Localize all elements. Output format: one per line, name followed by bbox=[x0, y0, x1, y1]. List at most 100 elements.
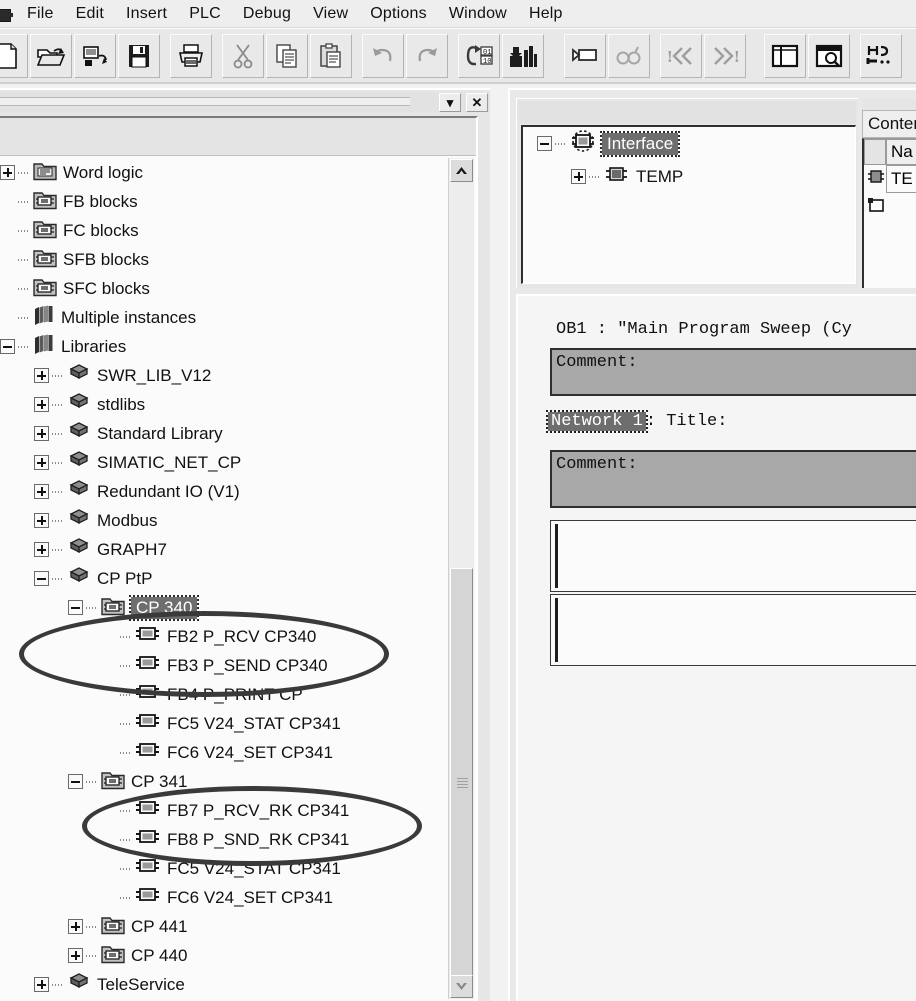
tree-item-word-logic[interactable]: Word logic bbox=[0, 158, 448, 187]
collapse-icon[interactable] bbox=[537, 136, 552, 151]
tree-item-fc6-v24-set-cp341[interactable]: FC6 V24_SET CP341 bbox=[0, 883, 448, 912]
tree-item-simatic-net-cp[interactable]: SIMATIC_NET_CP bbox=[0, 448, 448, 477]
contents-panel: Conten Na TE bbox=[862, 98, 916, 288]
menu-item-options[interactable]: Options bbox=[359, 3, 438, 25]
menu-item-view[interactable]: View bbox=[302, 3, 359, 25]
prev-error-button[interactable]: ! bbox=[660, 33, 702, 78]
menu-item-plc[interactable]: PLC bbox=[178, 3, 232, 25]
expand-icon[interactable] bbox=[34, 484, 49, 499]
save-as-button[interactable] bbox=[74, 33, 116, 78]
network-comment-box[interactable]: Comment: bbox=[550, 450, 916, 508]
tree-item-cp-440[interactable]: CP 440 bbox=[0, 941, 448, 970]
tree-item-swr-lib-v12[interactable]: SWR_LIB_V12 bbox=[0, 361, 448, 390]
tree-item-cp-341[interactable]: CP 341 bbox=[0, 767, 448, 796]
tree-item-fb3-p-send-cp340[interactable]: FB3 P_SEND CP340 bbox=[0, 651, 448, 680]
network-rung-area-2[interactable] bbox=[550, 594, 916, 666]
menu-item-file[interactable]: File bbox=[16, 3, 65, 25]
tree-item-sfb-blocks[interactable]: SFB blocks bbox=[0, 245, 448, 274]
code-editor-surface[interactable]: OB1 : "Main Program Sweep (Cy Comment: N… bbox=[520, 298, 916, 1001]
symbol-info-button[interactable] bbox=[860, 33, 902, 78]
system-menu-icon[interactable] bbox=[0, 6, 13, 22]
tree-item-fb4-p-print-cp[interactable]: FB4 P_PRINT CP bbox=[0, 680, 448, 709]
tree-item-sfc-blocks[interactable]: SFC blocks bbox=[0, 274, 448, 303]
collapse-icon[interactable] bbox=[68, 600, 83, 615]
network-rung-area-1[interactable] bbox=[550, 520, 916, 592]
tree-item-multiple-instances[interactable]: Multiple instances bbox=[0, 303, 448, 332]
find-button[interactable] bbox=[608, 33, 650, 78]
undo-button[interactable] bbox=[362, 33, 404, 78]
expand-icon[interactable] bbox=[34, 368, 49, 383]
next-error-button[interactable]: ! bbox=[704, 33, 746, 78]
expand-icon[interactable] bbox=[571, 169, 586, 184]
block-comment-box[interactable]: Comment: bbox=[550, 348, 916, 396]
contents-column-header-name[interactable]: Na bbox=[886, 139, 916, 165]
tree-item-standard-library[interactable]: Standard Library bbox=[0, 419, 448, 448]
expand-icon[interactable] bbox=[34, 542, 49, 557]
tree-item-fc-blocks[interactable]: FC blocks bbox=[0, 216, 448, 245]
contents-grid[interactable]: Na TE bbox=[862, 138, 916, 288]
expand-icon[interactable] bbox=[34, 426, 49, 441]
zoom-view-button[interactable] bbox=[808, 33, 850, 78]
copy-button[interactable] bbox=[266, 33, 308, 78]
tree-item-fb7-p-rcv-rk-cp341[interactable]: FB7 P_RCV_RK CP341 bbox=[0, 796, 448, 825]
block-comment-text: Comment: bbox=[556, 353, 638, 372]
tree-item-fc5-v24-stat-cp341[interactable]: FC5 V24_STAT CP341 bbox=[0, 854, 448, 883]
tree-item-cp-441[interactable]: CP 441 bbox=[0, 912, 448, 941]
tree-item-fb2-p-rcv-cp340[interactable]: FB2 P_RCV CP340 bbox=[0, 622, 448, 651]
network-label[interactable]: Network 1 bbox=[546, 410, 648, 433]
tree-vertical-scrollbar[interactable] bbox=[448, 158, 474, 999]
tree-item-fc5-v24-stat-cp341[interactable]: FC5 V24_STAT CP341 bbox=[0, 709, 448, 738]
menu-item-insert[interactable]: Insert bbox=[115, 3, 178, 25]
menu-item-edit[interactable]: Edit bbox=[65, 3, 115, 25]
collapse-icon[interactable] bbox=[0, 339, 15, 354]
scroll-down-button[interactable] bbox=[450, 975, 473, 998]
tree-item-temp[interactable]: TEMP bbox=[523, 160, 855, 193]
expand-icon[interactable] bbox=[68, 948, 83, 963]
menu-item-window[interactable]: Window bbox=[438, 3, 518, 25]
menu-item-debug[interactable]: Debug bbox=[232, 3, 302, 25]
window-restore-button[interactable]: ▾ bbox=[439, 92, 461, 112]
interface-tree[interactable]: Interface TEMP bbox=[521, 125, 856, 284]
tree-connector bbox=[86, 954, 98, 957]
tree-item-fb-blocks[interactable]: FB blocks bbox=[0, 187, 448, 216]
redo-button[interactable] bbox=[406, 33, 448, 78]
monitor-button[interactable] bbox=[502, 33, 544, 78]
paste-button[interactable] bbox=[310, 33, 352, 78]
tree-scroll-area[interactable]: Word logic FB blocks FC blocks SFB blocks SF… bbox=[0, 158, 448, 1001]
tree-item-fb8-p-snd-rk-cp341[interactable]: FB8 P_SND_RK CP341 bbox=[0, 825, 448, 854]
tree-item-teleservice[interactable]: TeleService bbox=[0, 970, 448, 999]
tree-item-libraries[interactable]: Libraries bbox=[0, 332, 448, 361]
network-header-line[interactable]: Network 1: Title: bbox=[546, 410, 727, 433]
new-button[interactable] bbox=[0, 33, 28, 78]
collapse-icon[interactable] bbox=[34, 571, 49, 586]
contents-row-temp[interactable]: TE bbox=[886, 165, 916, 193]
overview-button[interactable] bbox=[764, 33, 806, 78]
expand-icon[interactable] bbox=[68, 919, 83, 934]
menu-item-help[interactable]: Help bbox=[518, 3, 574, 25]
tree-item-cp-340[interactable]: CP 340 bbox=[0, 593, 448, 622]
cut-button[interactable] bbox=[222, 33, 264, 78]
tree-item-stdlibs[interactable]: stdlibs bbox=[0, 390, 448, 419]
collapse-icon[interactable] bbox=[68, 774, 83, 789]
window-close-button[interactable]: ✕ bbox=[466, 92, 488, 112]
tree-item-redundant-io-v1[interactable]: Redundant IO (V1) bbox=[0, 477, 448, 506]
expand-icon[interactable] bbox=[0, 165, 15, 180]
print-button[interactable] bbox=[170, 33, 212, 78]
tree-item-label: CP 341 bbox=[131, 771, 188, 791]
expand-icon[interactable] bbox=[34, 455, 49, 470]
expand-icon[interactable] bbox=[34, 977, 49, 992]
network-button[interactable] bbox=[564, 33, 606, 78]
save-button[interactable] bbox=[118, 33, 160, 78]
expand-icon[interactable] bbox=[34, 397, 49, 412]
tree-item-modbus[interactable]: Modbus bbox=[0, 506, 448, 535]
scroll-thumb[interactable] bbox=[450, 568, 473, 998]
expand-icon[interactable] bbox=[34, 513, 49, 528]
tree-item-graph7[interactable]: GRAPH7 bbox=[0, 535, 448, 564]
tree-item-cp-ptp[interactable]: CP PtP bbox=[0, 564, 448, 593]
code-editor-pane[interactable]: OB1 : "Main Program Sweep (Cy Comment: N… bbox=[516, 294, 916, 1001]
open-button[interactable] bbox=[30, 33, 72, 78]
download-button[interactable]: 01 10 bbox=[458, 33, 500, 78]
tree-item-interface[interactable]: Interface bbox=[523, 127, 855, 160]
scroll-up-button[interactable] bbox=[450, 159, 473, 182]
tree-item-fc6-v24-set-cp341[interactable]: FC6 V24_SET CP341 bbox=[0, 738, 448, 767]
